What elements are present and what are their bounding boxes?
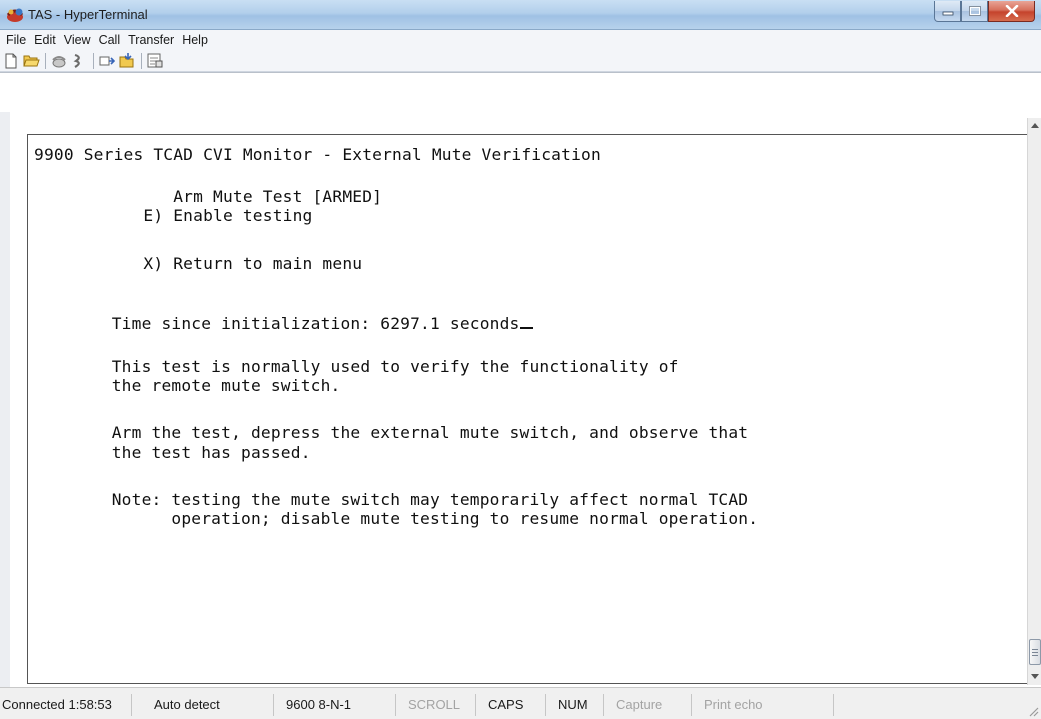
- scroll-up-button[interactable]: [1028, 118, 1041, 132]
- status-num: NUM: [556, 694, 604, 716]
- status-scroll: SCROLL: [406, 694, 476, 716]
- arrow-up-icon: [1031, 122, 1039, 128]
- terminal-edge: [0, 112, 10, 687]
- terminal-time-text: Time since initialization: 6297.1 second…: [62, 314, 520, 333]
- terminal-line-note-1: Note: testing the mute switch may tempor…: [62, 490, 749, 509]
- terminal-line-time: Time since initialization: 6297.1 second…: [62, 314, 533, 333]
- menu-file[interactable]: File: [2, 33, 30, 47]
- toolbar-separator: [45, 52, 46, 69]
- status-caps: CAPS: [486, 694, 546, 716]
- maximize-icon: [968, 6, 981, 16]
- new-connection-button[interactable]: [2, 52, 20, 70]
- new-icon: [5, 53, 17, 68]
- menu-edit[interactable]: Edit: [30, 33, 60, 47]
- terminal-line-instr-1: Arm the test, depress the external mute …: [62, 423, 749, 442]
- minimize-icon: [942, 11, 953, 16]
- close-icon: [1005, 5, 1018, 17]
- properties-button[interactable]: [146, 52, 164, 70]
- terminal-line-arm-status: Arm Mute Test [ARMED]: [34, 187, 383, 206]
- status-port-settings: 9600 8-N-1: [284, 694, 396, 716]
- scroll-grip-line: [1032, 649, 1038, 650]
- status-print-echo: Print echo: [702, 694, 834, 716]
- scroll-thumb[interactable]: [1029, 639, 1041, 665]
- disconnect-icon: [73, 53, 80, 68]
- send-button[interactable]: [98, 52, 116, 70]
- arrow-down-icon: [1031, 673, 1039, 679]
- terminal-cursor: [519, 327, 533, 329]
- menu-help[interactable]: Help: [178, 33, 212, 47]
- terminal-line-instr-2: the test has passed.: [62, 443, 311, 462]
- window-controls: [934, 1, 1035, 23]
- hyperterminal-phone-icon: [6, 8, 24, 22]
- menu-transfer[interactable]: Transfer: [124, 33, 178, 47]
- vertical-scrollbar[interactable]: [1027, 118, 1041, 685]
- receive-icon: [119, 53, 134, 68]
- resize-grip-icon[interactable]: [1027, 705, 1039, 717]
- terminal-line-option-x: X) Return to main menu: [34, 254, 363, 273]
- title-bar[interactable]: TAS - HyperTerminal: [0, 0, 1041, 30]
- send-icon: [99, 56, 115, 65]
- connect-icon: [52, 55, 66, 67]
- terminal-line-desc-1: This test is normally used to verify the…: [62, 357, 679, 376]
- toolbar: [0, 50, 1041, 72]
- status-bar: Connected 1:58:53 Auto detect 9600 8-N-1…: [0, 687, 1041, 719]
- disconnect-button[interactable]: [70, 52, 88, 70]
- status-connection: Connected 1:58:53: [0, 694, 132, 716]
- status-emulation: Auto detect: [152, 694, 274, 716]
- receive-button[interactable]: [118, 52, 136, 70]
- open-icon: [22, 55, 40, 67]
- call-button[interactable]: [50, 52, 68, 70]
- terminal-screen[interactable]: 9900 Series TCAD CVI Monitor - External …: [27, 134, 1028, 684]
- properties-icon: [147, 53, 163, 68]
- toolbar-separator: [141, 52, 142, 69]
- close-button[interactable]: [988, 1, 1035, 22]
- open-button[interactable]: [22, 52, 40, 70]
- scroll-grip-line: [1032, 652, 1038, 653]
- scroll-down-button[interactable]: [1028, 669, 1041, 683]
- scroll-grip-line: [1032, 655, 1038, 656]
- menu-bar: File Edit View Call Transfer Help: [0, 30, 1041, 50]
- menu-call[interactable]: Call: [95, 33, 125, 47]
- terminal-line-desc-2: the remote mute switch.: [62, 376, 341, 395]
- window-title: TAS - HyperTerminal: [28, 7, 148, 22]
- terminal-line-heading: 9900 Series TCAD CVI Monitor - External …: [34, 145, 601, 164]
- menu-view[interactable]: View: [60, 33, 95, 47]
- maximize-button[interactable]: [961, 1, 988, 22]
- toolbar-separator: [93, 52, 94, 69]
- minimize-button[interactable]: [934, 1, 961, 22]
- terminal-line-note-2: operation; disable mute testing to resum…: [62, 509, 759, 528]
- terminal-line-option-e: E) Enable testing: [34, 206, 313, 225]
- status-capture: Capture: [614, 694, 692, 716]
